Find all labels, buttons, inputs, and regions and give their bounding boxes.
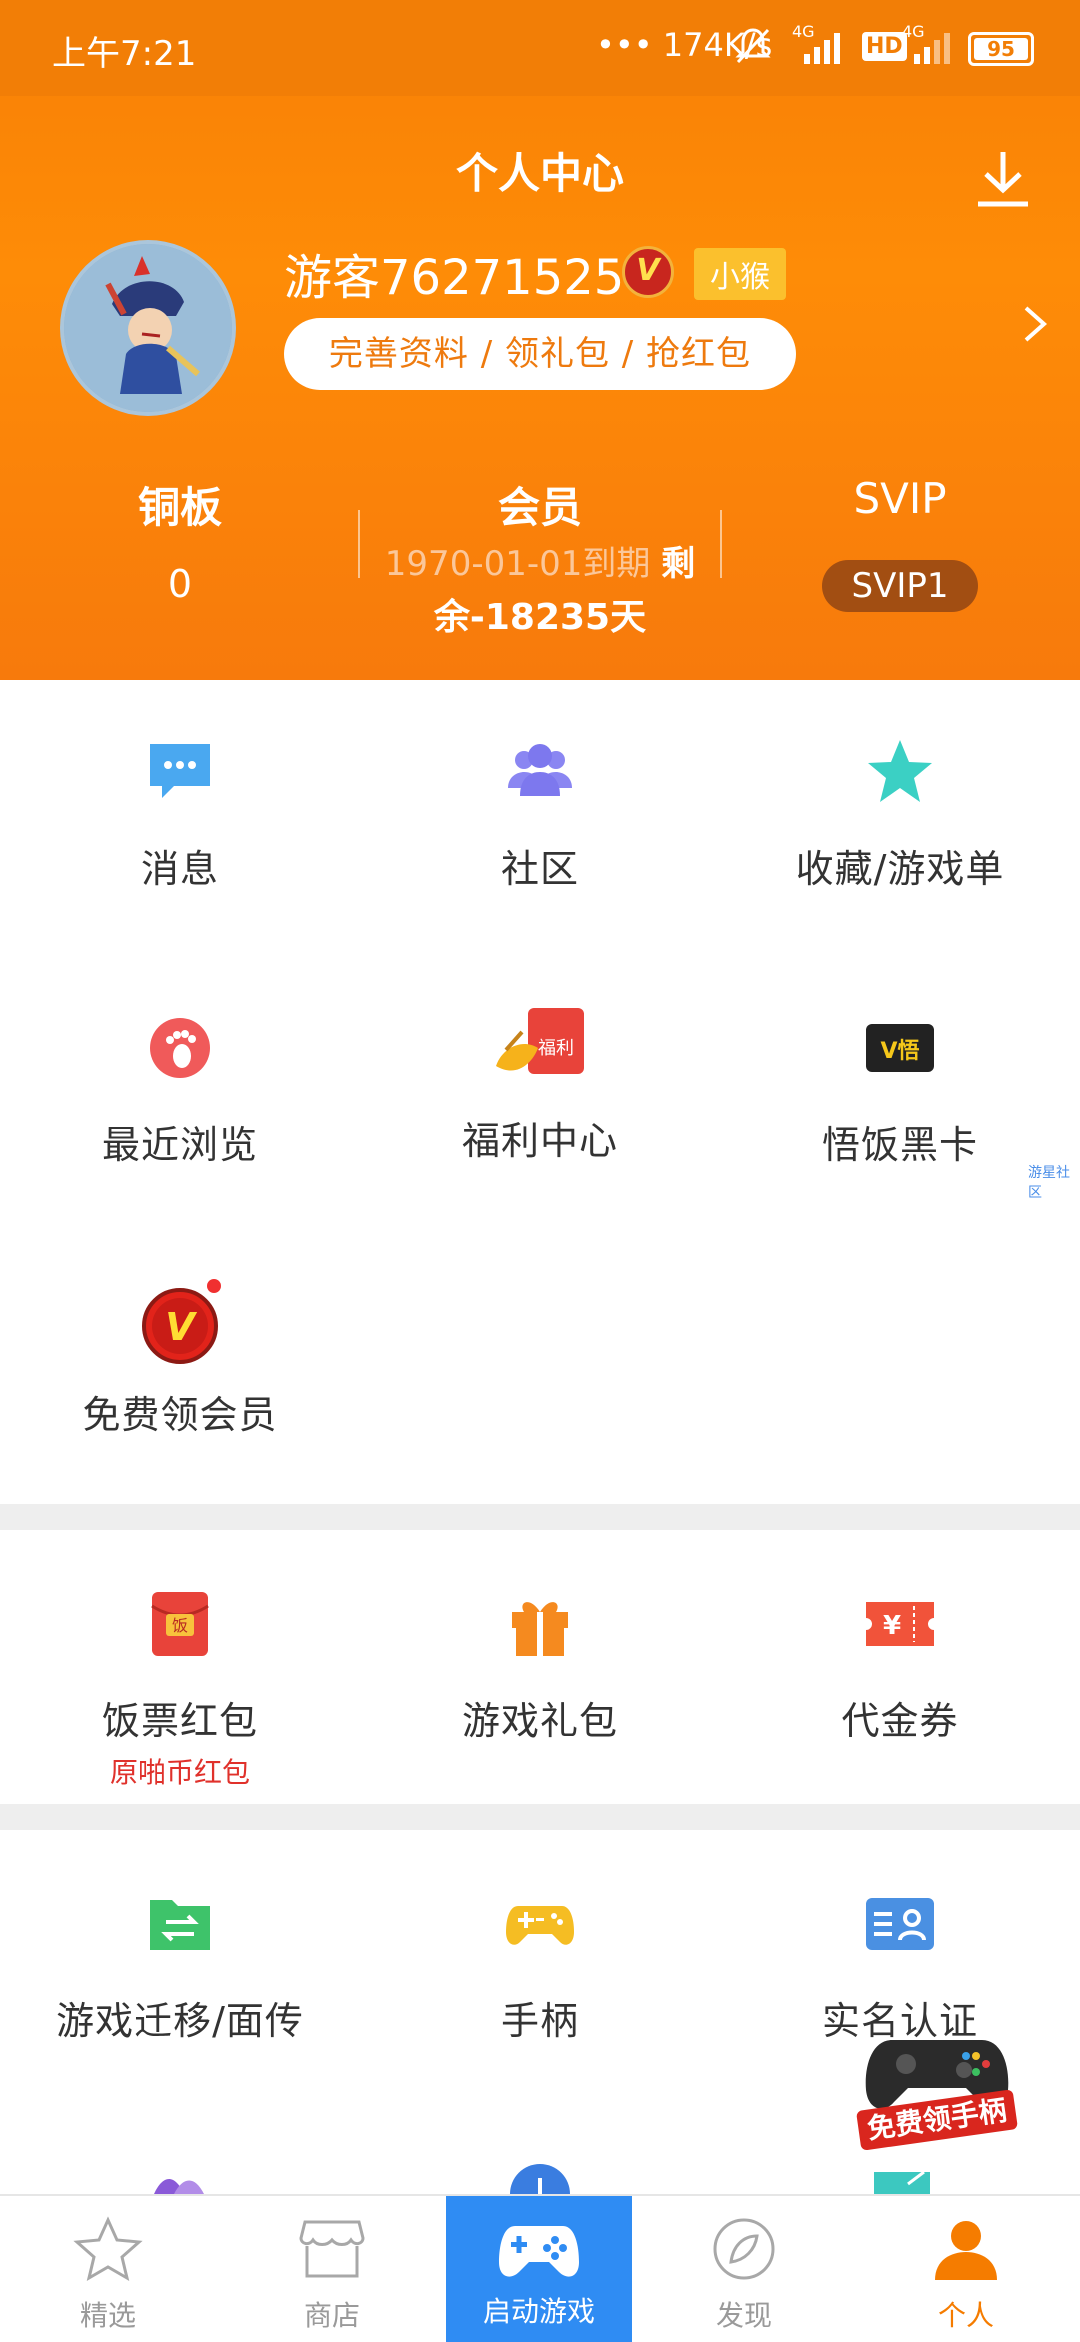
grid-item-label: 游戏礼包	[461, 1699, 618, 1743]
svip-label: SVIP	[853, 474, 947, 523]
bottom-navigation: 精选 商店 启动游戏 发现 个人	[0, 2194, 1080, 2342]
grid-item-label: 饭票红包	[101, 1699, 258, 1743]
nav-label: 发现	[715, 2299, 772, 2332]
footprint-icon	[150, 1018, 210, 1078]
grid-item-recent[interactable]: 最近浏览	[0, 1012, 360, 1169]
grid-item-gamepad[interactable]: 手柄	[360, 1888, 720, 2045]
status-time: 上午7:21	[52, 34, 197, 74]
member-expiry-remaining-prefix: 剩	[661, 544, 696, 584]
member-label: 会员	[497, 483, 582, 532]
nav-tab-profile[interactable]: 个人	[858, 2196, 1074, 2342]
nav-label: 个人	[937, 2299, 994, 2332]
chevron-right-icon[interactable]	[1020, 304, 1050, 344]
member-expiry-date: 1970-01-01到期	[384, 544, 651, 584]
grid-item-sublabel: 原啪币红包	[109, 1756, 250, 1789]
grid-item-message[interactable]: 消息	[0, 736, 360, 893]
battery-level: 95	[974, 38, 1028, 60]
section-divider	[0, 1504, 1080, 1530]
signal-icon-2	[914, 33, 950, 64]
grid-item-label: 免费领会员	[82, 1393, 278, 1437]
grid-item-meal-ticket[interactable]: 饭 饭票红包 原啪币红包	[0, 1588, 360, 1791]
grid-item-label: 代金券	[841, 1699, 959, 1743]
grid-item-community[interactable]: 社区	[360, 736, 720, 893]
status-bar: 上午7:21 ••• 174K/s 4G HD 4G 95	[0, 0, 1080, 96]
partial-icon-3	[874, 2170, 930, 2194]
complete-profile-button[interactable]: 完善资料 / 领礼包 / 抢红包	[284, 318, 796, 390]
compass-icon	[713, 2218, 775, 2280]
grid-item-label: 悟饭黑卡	[821, 1123, 978, 1167]
gamepad-nav-icon	[499, 2226, 579, 2277]
star-icon	[868, 740, 932, 802]
partial-icon-2	[510, 2164, 570, 2194]
nav-tab-shop[interactable]: 商店	[224, 2196, 440, 2342]
grid-item-free-vip[interactable]: V 免费领会员	[0, 1278, 360, 1439]
signal-icon	[804, 33, 840, 64]
vip-icon-text: V	[165, 1305, 197, 1349]
grid-item-label: 社区	[500, 847, 579, 891]
grid-item-coupon[interactable]: ¥ 代金券	[720, 1588, 1080, 1745]
side-link[interactable]: 游星社区	[1028, 1162, 1080, 1202]
nav-label: 启动游戏	[482, 2295, 595, 2328]
grid-item-label: 最近浏览	[101, 1123, 258, 1167]
grid-item-label: 游戏迁移/面传	[56, 1999, 304, 2043]
section-divider	[0, 1804, 1080, 1830]
grid-item-real-name[interactable]: 实名认证	[720, 1888, 1080, 2045]
partial-icon-1	[154, 2178, 204, 2194]
grid-item-black-card[interactable]: V悟 悟饭黑卡	[720, 1012, 1080, 1169]
vip-icon: V	[142, 1279, 221, 1364]
username: 游客76271525	[284, 250, 625, 306]
member-expiry-line1: 1970-01-01到期 剩	[370, 536, 710, 585]
black-card-icon: V悟	[866, 1024, 934, 1072]
coupon-icon: ¥	[866, 1602, 934, 1646]
grid-item-label: 福利中心	[461, 1119, 618, 1163]
red-envelope-icon: 饭	[151, 1592, 209, 1656]
transfer-icon	[150, 1900, 210, 1950]
avatar-image	[64, 244, 232, 412]
svip-level-badge[interactable]: SVIP1	[822, 560, 978, 612]
avatar[interactable]	[60, 240, 236, 416]
welfare-icon: 福利	[496, 1008, 584, 1074]
message-icon	[150, 744, 210, 798]
nav-tab-launch-game[interactable]: 启动游戏	[446, 2196, 632, 2342]
stats-divider-1	[358, 510, 360, 578]
stats-divider-2	[720, 510, 722, 578]
grid-item-welfare[interactable]: 福利 福利中心	[360, 1008, 720, 1165]
red-envelope-icon-text: 饭	[172, 1616, 188, 1635]
grid-item-favorites[interactable]: 收藏/游戏单	[720, 736, 1080, 893]
black-card-icon-text: V悟	[880, 1039, 919, 1064]
id-card-icon	[866, 1898, 934, 1950]
battery-icon: 95	[968, 32, 1034, 66]
nav-label: 精选	[79, 2299, 136, 2332]
user-tag: 小猴	[694, 248, 786, 300]
page-title: 个人中心	[455, 149, 624, 198]
gift-icon	[512, 1602, 568, 1656]
nav-label: 商店	[303, 2299, 360, 2332]
nav-tab-discover[interactable]: 发现	[636, 2196, 852, 2342]
welfare-icon-text: 福利	[538, 1038, 574, 1059]
grid-item-label: 收藏/游戏单	[795, 847, 1005, 891]
star-outline-icon	[73, 2216, 143, 2282]
gamepad-icon	[506, 1906, 574, 1945]
member-expiry-line2: 余-18235天	[433, 597, 647, 638]
mute-icon	[735, 28, 771, 64]
download-icon[interactable]	[972, 148, 1034, 210]
free-gamepad-promo[interactable]: 免费领手柄	[855, 2030, 1019, 2151]
grid-item-label: 消息	[140, 847, 219, 891]
community-icon	[508, 744, 572, 796]
vip-v-icon: V	[622, 246, 674, 298]
grid-item-game-transfer[interactable]: 游戏迁移/面传	[0, 1888, 360, 2045]
nav-tab-featured[interactable]: 精选	[0, 2196, 216, 2342]
person-icon	[935, 2221, 997, 2280]
copper-value: 0	[167, 562, 193, 606]
copper-label: 铜板	[137, 483, 222, 532]
shop-icon	[299, 2220, 365, 2278]
grid-item-label: 手柄	[500, 1999, 579, 2043]
grid-item-game-gift[interactable]: 游戏礼包	[360, 1588, 720, 1745]
coupon-icon-text: ¥	[883, 1611, 901, 1641]
